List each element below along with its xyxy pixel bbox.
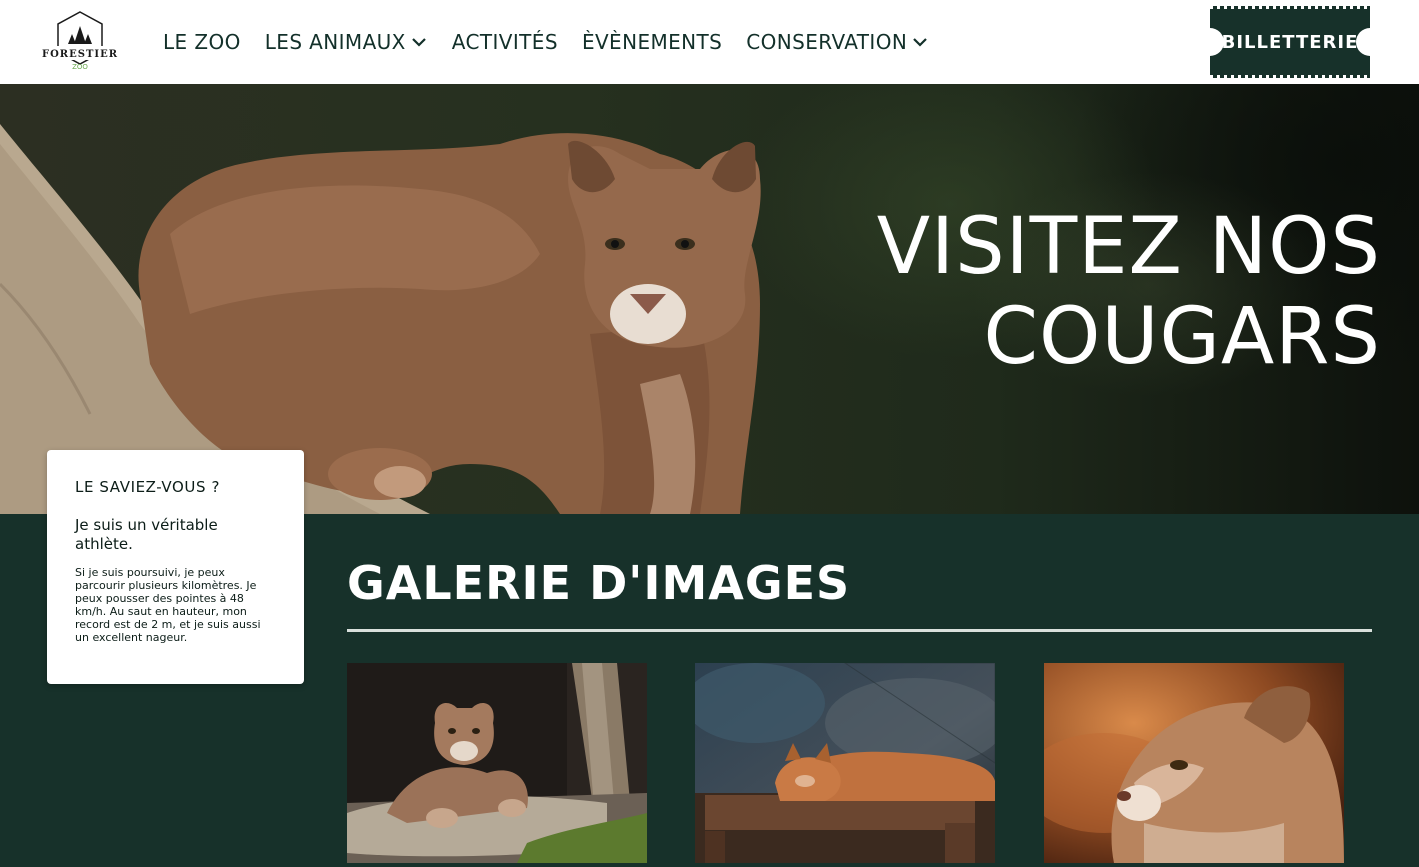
nav-label: LES ANIMAUX (264, 30, 406, 54)
logo-emblem-icon: FORESTIER ZOO (40, 11, 120, 71)
fact-card-headline: Je suis un véritable athlète. (75, 516, 218, 553)
nav-label: ACTIVITÉS (451, 30, 558, 54)
nav-item-le-zoo[interactable]: LE ZOO (163, 30, 241, 54)
fact-card-title: LE SAVIEZ-VOUS ? (75, 478, 221, 496)
nav-label: LE ZOO (163, 30, 241, 54)
logo-sub-text: ZOO (72, 63, 88, 71)
site-header: FORESTIER ZOO LE ZOO LES ANIMAUX ACTIVIT… (0, 0, 1419, 84)
chevron-down-icon (913, 38, 927, 47)
ticket-perforation (1210, 6, 1370, 9)
hero-title: VISITEZ NOS COUGARS (821, 202, 1381, 382)
nav-item-activites[interactable]: ACTIVITÉS (452, 30, 558, 54)
nav-item-conservation[interactable]: CONSERVATION (746, 30, 929, 54)
forestier-zoo-logo[interactable]: FORESTIER ZOO (38, 10, 122, 74)
logo-brand-text: FORESTIER (42, 49, 118, 60)
ticket-button-label: BILLETTERIE (1221, 31, 1359, 53)
hero-title-line2: COUGARS (983, 292, 1381, 382)
fact-card-body: Si je suis poursuivi, je peux parcourir … (75, 566, 261, 644)
nav-label: CONSERVATION (746, 30, 908, 54)
ticket-perforation (1210, 75, 1370, 78)
cougar-lying-on-log-image (347, 663, 647, 863)
gallery-image-cougar-sleeping[interactable] (695, 663, 995, 863)
gallery-divider (347, 629, 1372, 632)
gallery-image-cougar-closeup[interactable] (1044, 663, 1344, 863)
cougar-sleeping-on-bench-image (695, 663, 995, 863)
chevron-down-icon (412, 38, 426, 47)
main-nav: LE ZOO LES ANIMAUX ACTIVITÉS ÈVÈNEMENTS … (163, 0, 953, 84)
nav-item-les-animaux[interactable]: LES ANIMAUX (265, 30, 428, 54)
gallery-title: GALERIE D'IMAGES (347, 556, 851, 610)
gallery-image-cougar-on-log[interactable] (347, 663, 647, 863)
nav-item-evenements[interactable]: ÈVÈNEMENTS (582, 30, 722, 54)
ticket-button[interactable]: BILLETTERIE (1196, 6, 1384, 78)
cougar-head-closeup-image (1044, 663, 1344, 863)
nav-label: ÈVÈNEMENTS (581, 30, 723, 54)
hero-title-line1: VISITEZ NOS (876, 202, 1381, 292)
did-you-know-card: LE SAVIEZ-VOUS ? Je suis un véritable at… (47, 450, 304, 684)
